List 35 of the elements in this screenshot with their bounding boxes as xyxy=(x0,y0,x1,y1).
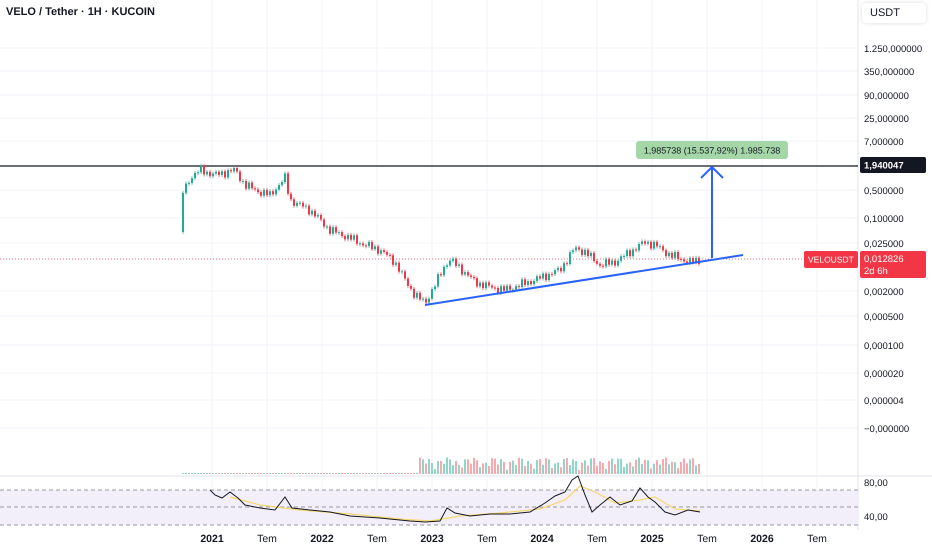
current-price-text: 0,012826 xyxy=(864,254,904,265)
time-axis-label: 2024 xyxy=(530,533,554,545)
time-axis-label: Tem xyxy=(697,533,717,545)
chart-title: VELO / Tether · 1H · KUCOIN xyxy=(6,6,155,18)
time-axis-label: 2022 xyxy=(310,533,334,545)
time-axis-label: 2025 xyxy=(640,533,664,545)
price-axis-label: −0,000000 xyxy=(864,424,910,435)
price-axis-label: 0,500000 xyxy=(864,186,904,197)
time-axis-label: Tem xyxy=(587,533,607,545)
price-axis-label: 0,100000 xyxy=(864,214,904,225)
time-axis-label: Tem xyxy=(807,533,827,545)
price-axis-label: 350,000000 xyxy=(864,67,914,78)
time-axis-label: 2021 xyxy=(200,533,224,545)
rsi-axis-label: 80,00 xyxy=(864,478,888,489)
price-axis-label: 0,000020 xyxy=(864,369,904,380)
price-axis-label: 0,000500 xyxy=(864,312,904,323)
price-axis-label: 90,000000 xyxy=(864,91,909,102)
price-axis-label: 0,025000 xyxy=(864,239,904,250)
price-axis-label: 0,000100 xyxy=(864,341,904,352)
price-axis-label: 25,000000 xyxy=(864,114,909,125)
price-axis-label: 0,000004 xyxy=(864,396,904,407)
time-axis-label: Tem xyxy=(477,533,497,545)
currency-button[interactable]: USDT xyxy=(862,3,926,23)
price-axis-label: 7,000000 xyxy=(864,137,904,148)
price-axis-label: 1.250,000000 xyxy=(864,44,922,55)
time-axis-label: Tem xyxy=(367,533,387,545)
time-axis-label: 2026 xyxy=(750,533,774,545)
rsi-axis-label: 40,00 xyxy=(864,512,888,523)
time-axis-label: 2023 xyxy=(420,533,444,545)
countdown-text: 2d 6h xyxy=(864,266,888,277)
symbol-badge: VELOUSDT xyxy=(804,251,858,268)
measurement-label: 1,985738 (15.537,92%) 1.985.738 xyxy=(636,141,788,159)
level-price-text: 1,940047 xyxy=(864,160,904,172)
time-axis-label: Tem xyxy=(257,533,277,545)
price-axis-label: 0,002000 xyxy=(864,287,904,298)
